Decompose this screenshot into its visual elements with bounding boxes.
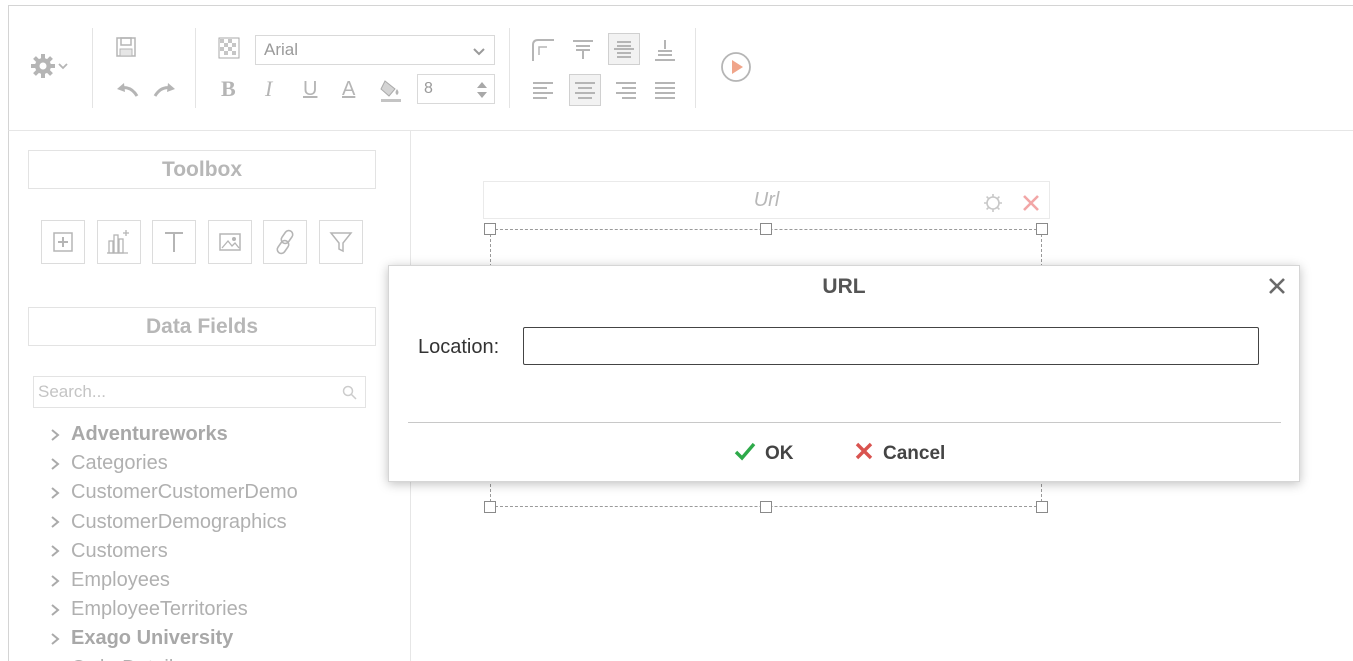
close-icon[interactable] [1267, 276, 1287, 296]
tree-item[interactable]: OrderDetails [49, 654, 298, 661]
redo-icon[interactable] [151, 78, 179, 100]
toolbar: Arial B I U A 8 [8, 5, 1353, 131]
chevron-right-icon[interactable] [49, 515, 71, 529]
resize-handle[interactable] [484, 223, 496, 235]
chevron-down-icon [472, 43, 486, 63]
tree-item[interactable]: Customers [49, 537, 298, 566]
url-widget-title: Url [753, 189, 780, 211]
close-icon[interactable] [1020, 190, 1042, 226]
text-icon[interactable] [152, 220, 196, 264]
toolbar-separator [695, 28, 696, 108]
data-fields-search-input[interactable]: Search... [33, 376, 366, 408]
tree-item[interactable]: Adventureworks [49, 420, 298, 449]
valign-middle-icon[interactable] [608, 33, 640, 65]
chevron-right-icon[interactable] [49, 632, 71, 646]
tree-item-label: Exago University [71, 627, 234, 650]
save-icon[interactable] [113, 34, 139, 60]
align-left-icon[interactable] [529, 76, 557, 104]
cancel-label: Cancel [883, 443, 946, 464]
bold-button[interactable]: B [221, 76, 236, 102]
align-right-icon[interactable] [612, 76, 640, 104]
font-family-select[interactable]: Arial [255, 35, 495, 65]
font-size-value: 8 [424, 80, 433, 97]
add-icon[interactable] [41, 220, 85, 264]
italic-button[interactable]: I [265, 76, 272, 102]
tree-item-label: OrderDetails [71, 657, 183, 661]
url-dialog: URL Location: OK Cancel [388, 265, 1300, 482]
chevron-right-icon[interactable] [49, 457, 71, 471]
resize-handle[interactable] [760, 223, 772, 235]
toolbar-separator [509, 28, 510, 108]
ok-label: OK [765, 443, 794, 464]
tree-item-label: CustomerCustomerDemo [71, 481, 298, 504]
chevron-right-icon[interactable] [49, 603, 71, 617]
location-label: Location: [418, 336, 500, 358]
ok-button[interactable]: OK [734, 441, 794, 467]
toolbox-header: Toolbox [28, 150, 376, 189]
search-placeholder: Search... [38, 382, 107, 401]
tree-item-label: Customers [71, 539, 168, 562]
tree-item-label: Adventureworks [71, 423, 228, 446]
paint-bucket-icon[interactable] [379, 77, 403, 103]
data-fields-header: Data Fields [28, 307, 376, 346]
chevron-right-icon[interactable] [49, 574, 71, 588]
spinner-arrows-icon[interactable] [476, 81, 488, 104]
font-size-spinner[interactable]: 8 [417, 74, 495, 104]
align-justify-icon[interactable] [651, 76, 679, 104]
play-icon[interactable] [719, 50, 753, 84]
valign-top-icon[interactable] [569, 36, 597, 64]
dialog-divider [408, 422, 1281, 423]
left-panel: Toolbox Data Fields Search... Adventurew… [8, 131, 411, 661]
cross-icon [854, 441, 874, 467]
search-icon[interactable] [342, 385, 357, 405]
tree-item-label: CustomerDemographics [71, 510, 287, 533]
chevron-right-icon[interactable] [49, 486, 71, 500]
align-center-icon[interactable] [569, 74, 601, 106]
data-fields-tree: Adventureworks Categories CustomerCustomer… [49, 420, 298, 661]
chevron-right-icon[interactable] [49, 544, 71, 558]
gear-icon[interactable] [982, 190, 1004, 226]
tree-item-label: Employees [71, 569, 170, 592]
url-widget-header[interactable]: Url [483, 181, 1050, 219]
image-icon[interactable] [208, 220, 252, 264]
resize-handle[interactable] [1036, 501, 1048, 513]
cancel-button[interactable]: Cancel [854, 441, 945, 467]
tree-item-label: EmployeeTerritories [71, 598, 248, 621]
location-input[interactable] [523, 327, 1259, 365]
resize-handle[interactable] [1036, 223, 1048, 235]
font-family-value: Arial [264, 40, 299, 59]
resize-handle[interactable] [760, 501, 772, 513]
tree-item[interactable]: Employees [49, 566, 298, 595]
tree-item[interactable]: Exago University [49, 624, 298, 653]
checkmark-icon [734, 441, 756, 467]
tree-item[interactable]: Categories [49, 449, 298, 478]
undo-icon[interactable] [113, 78, 141, 100]
font-color-button[interactable]: A [342, 78, 355, 101]
filter-icon[interactable] [319, 220, 363, 264]
toolbar-separator [92, 28, 93, 108]
chart-icon[interactable] [97, 220, 141, 264]
gear-icon[interactable] [29, 51, 71, 81]
tree-item[interactable]: CustomerCustomerDemo [49, 478, 298, 507]
checkerboard-icon[interactable] [217, 36, 241, 60]
tree-item-label: Categories [71, 452, 168, 475]
link-icon[interactable] [263, 220, 307, 264]
dialog-title: URL [822, 275, 866, 298]
tree-item[interactable]: EmployeeTerritories [49, 595, 298, 624]
underline-button[interactable]: U [303, 78, 317, 101]
border-corner-icon[interactable] [529, 36, 557, 64]
resize-handle[interactable] [484, 501, 496, 513]
toolbar-separator [195, 28, 196, 108]
tree-item[interactable]: CustomerDemographics [49, 508, 298, 537]
chevron-right-icon[interactable] [49, 428, 71, 442]
valign-bottom-icon[interactable] [651, 36, 679, 64]
